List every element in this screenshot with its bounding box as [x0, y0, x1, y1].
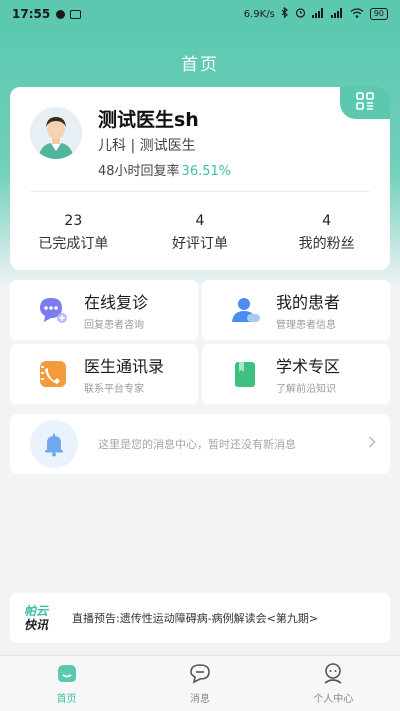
- doctor-name: 测试医生sh: [98, 109, 199, 131]
- news-headline[interactable]: 直播预告:遗传性运动障碍病-病例解读会<第九期>: [72, 610, 318, 626]
- chevron-right-icon: [368, 436, 376, 452]
- patient-icon: [228, 293, 262, 327]
- phone-book-icon: [36, 357, 70, 391]
- message-center-text: 这里是您的消息中心，暂时还没有新消息: [98, 438, 296, 451]
- card-divider: [30, 191, 370, 192]
- menu-title: 学术专区: [276, 357, 341, 376]
- news-logo-line2: 快讯: [24, 618, 49, 632]
- tab-label: 个人中心: [313, 694, 354, 705]
- news-logo-line1: 帕云: [24, 604, 49, 618]
- network-speed: 6.9K/s: [243, 8, 275, 20]
- stat-value: 23: [64, 213, 83, 229]
- page-title: 首页: [181, 55, 219, 75]
- status-bar: 17:55 6.9K/s 90: [0, 0, 400, 28]
- stat-completed-orders[interactable]: 23 已完成订单: [10, 213, 137, 253]
- news-banner[interactable]: 帕云 快讯 直播预告:遗传性运动障碍病-病例解读会<第九期>: [10, 593, 390, 643]
- bell-icon: [30, 420, 78, 468]
- tab-profile[interactable]: 个人中心: [267, 656, 400, 711]
- menu-subtitle: 回复患者咨询: [84, 320, 144, 331]
- menu-title: 在线复诊: [84, 293, 149, 312]
- menu-title: 我的患者: [276, 293, 341, 312]
- menu-subtitle: 了解前沿知识: [276, 384, 336, 395]
- alarm-icon: [295, 7, 306, 21]
- menu-academic-zone[interactable]: 学术专区 了解前沿知识: [202, 344, 390, 404]
- menu-doctor-contacts[interactable]: 医生通讯录 联系平台专家: [10, 344, 198, 404]
- battery-icon: 90: [369, 8, 388, 20]
- menu-online-revisit[interactable]: 在线复诊 回复患者咨询: [10, 280, 198, 340]
- stat-label: 已完成订单: [38, 236, 109, 252]
- stat-label: 我的粉丝: [298, 236, 355, 252]
- profile-card[interactable]: 测试医生sh 儿科 | 测试医生 48小时回复率 36.51% 23 已完成订单 …: [10, 87, 390, 270]
- tab-label: 首页: [56, 694, 77, 705]
- reply-rate-label: 48小时回复率: [98, 164, 180, 179]
- tab-home[interactable]: 首页: [0, 656, 133, 711]
- stat-label: 好评订单: [172, 236, 228, 252]
- stat-positive-orders[interactable]: 4 好评订单: [137, 213, 264, 253]
- news-logo: 帕云 快讯: [24, 604, 60, 632]
- tab-messages[interactable]: 消息: [133, 656, 266, 711]
- signal-icon-1: [311, 7, 325, 21]
- doctor-avatar[interactable]: [30, 107, 82, 159]
- notification-dot-icon: [56, 9, 66, 19]
- bluetooth-icon: [281, 6, 289, 21]
- qr-code-button[interactable]: [340, 87, 390, 119]
- reply-rate: 48小时回复率 36.51%: [98, 160, 231, 179]
- menu-title: 医生通讯录: [84, 357, 165, 376]
- menu-my-patients[interactable]: 我的患者 管理患者信息: [202, 280, 390, 340]
- home-icon: [55, 662, 79, 688]
- signal-icon-2: [330, 7, 344, 21]
- book-icon: [228, 357, 262, 391]
- qr-code-icon: [355, 91, 375, 115]
- message-center-bar[interactable]: 这里是您的消息中心，暂时还没有新消息: [10, 414, 390, 474]
- wifi-icon: [350, 7, 364, 21]
- stats-row: 23 已完成订单 4 好评订单 4 我的粉丝: [10, 213, 390, 253]
- bottom-tab-bar: 首页 消息 个人中心: [0, 655, 400, 711]
- stat-fans[interactable]: 4 我的粉丝: [263, 213, 390, 253]
- tab-label: 消息: [189, 694, 210, 705]
- menu-subtitle: 管理患者信息: [276, 320, 336, 331]
- message-icon: [188, 662, 212, 688]
- notification-message-icon: [70, 9, 82, 19]
- stat-value: 4: [322, 213, 332, 229]
- chat-bubble-icon: [36, 293, 70, 327]
- reply-rate-value: 36.51%: [181, 164, 232, 179]
- doctor-department: 儿科 | 测试医生: [98, 138, 196, 154]
- status-time: 17:55: [12, 7, 51, 21]
- profile-icon: [321, 662, 345, 688]
- menu-subtitle: 联系平台专家: [84, 384, 144, 395]
- stat-value: 4: [195, 213, 205, 229]
- feature-grid: 在线复诊 回复患者咨询 我的患者 管理患者信息 医生通讯录 联系平台专家 学术专…: [10, 280, 390, 404]
